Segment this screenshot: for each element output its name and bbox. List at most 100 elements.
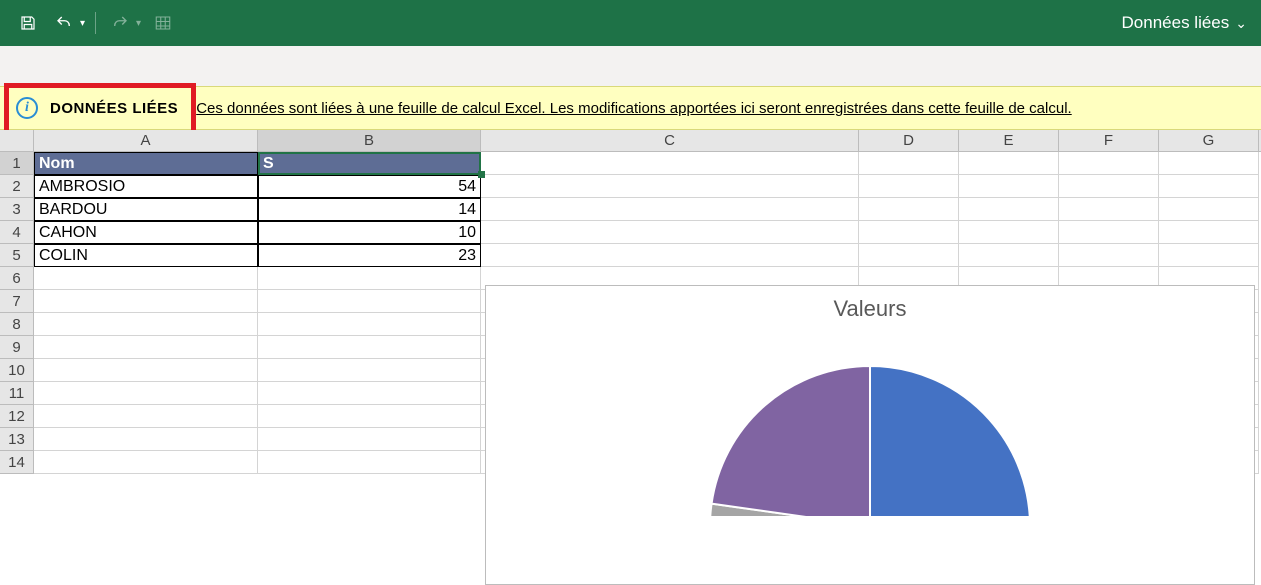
- cell-G5[interactable]: [1159, 244, 1259, 267]
- cell-F4[interactable]: [1059, 221, 1159, 244]
- cell-F5[interactable]: [1059, 244, 1159, 267]
- cell-G4[interactable]: [1159, 221, 1259, 244]
- cell-G1[interactable]: [1159, 152, 1259, 175]
- col-header-E[interactable]: E: [959, 130, 1059, 151]
- cell-B10[interactable]: [258, 359, 481, 382]
- cell-B5[interactable]: 23: [258, 244, 481, 267]
- cell-B1[interactable]: S: [258, 152, 481, 175]
- save-button[interactable]: [14, 9, 42, 37]
- pie-chart: [710, 336, 1030, 516]
- sheet-area: A B C D E F G 1 Nom S 2 AMBROSIO 54 3 BA…: [0, 130, 1261, 474]
- col-header-F[interactable]: F: [1059, 130, 1159, 151]
- cell-D4[interactable]: [859, 221, 959, 244]
- cell-B11[interactable]: [258, 382, 481, 405]
- cell-D5[interactable]: [859, 244, 959, 267]
- cell-F3[interactable]: [1059, 198, 1159, 221]
- cell-C5[interactable]: [481, 244, 859, 267]
- cell-B3[interactable]: 14: [258, 198, 481, 221]
- chevron-down-icon: ⌄: [1235, 15, 1247, 32]
- ribbon-gap: [0, 46, 1261, 86]
- cell-B13[interactable]: [258, 428, 481, 451]
- cell-A1[interactable]: Nom: [34, 152, 258, 175]
- col-header-C[interactable]: C: [481, 130, 859, 151]
- cell-B9[interactable]: [258, 336, 481, 359]
- row-header-14[interactable]: 14: [0, 451, 34, 474]
- row-header-3[interactable]: 3: [0, 198, 34, 221]
- save-icon: [19, 14, 37, 32]
- cell-C4[interactable]: [481, 221, 859, 244]
- row-header-7[interactable]: 7: [0, 290, 34, 313]
- cell-E1[interactable]: [959, 152, 1059, 175]
- cell-A13[interactable]: [34, 428, 258, 451]
- cell-A7[interactable]: [34, 290, 258, 313]
- chart-title: Valeurs: [486, 296, 1254, 322]
- redo-button[interactable]: [106, 9, 134, 37]
- cell-E3[interactable]: [959, 198, 1059, 221]
- row-header-1[interactable]: 1: [0, 152, 34, 175]
- document-title-dropdown[interactable]: Données liées ⌄: [1122, 13, 1247, 33]
- undo-dropdown[interactable]: ▾: [80, 18, 85, 29]
- row-header-8[interactable]: 8: [0, 313, 34, 336]
- info-message[interactable]: Ces données sont liées à une feuille de …: [196, 100, 1072, 117]
- column-headers: A B C D E F G: [0, 130, 1261, 152]
- row-2: 2 AMBROSIO 54: [0, 175, 1261, 198]
- cell-B8[interactable]: [258, 313, 481, 336]
- row-header-11[interactable]: 11: [0, 382, 34, 405]
- cell-A14[interactable]: [34, 451, 258, 474]
- cell-B12[interactable]: [258, 405, 481, 428]
- cell-A10[interactable]: [34, 359, 258, 382]
- select-all-corner[interactable]: [0, 130, 34, 151]
- row-header-6[interactable]: 6: [0, 267, 34, 290]
- cell-A11[interactable]: [34, 382, 258, 405]
- col-header-G[interactable]: G: [1159, 130, 1259, 151]
- row-header-9[interactable]: 9: [0, 336, 34, 359]
- cell-C3[interactable]: [481, 198, 859, 221]
- cell-D1[interactable]: [859, 152, 959, 175]
- redo-dropdown[interactable]: ▾: [136, 18, 141, 29]
- cell-C2[interactable]: [481, 175, 859, 198]
- cell-D2[interactable]: [859, 175, 959, 198]
- row-1: 1 Nom S: [0, 152, 1261, 175]
- cell-A6[interactable]: [34, 267, 258, 290]
- cell-B7[interactable]: [258, 290, 481, 313]
- cell-A3[interactable]: BARDOU: [34, 198, 258, 221]
- cell-G2[interactable]: [1159, 175, 1259, 198]
- cell-E5[interactable]: [959, 244, 1059, 267]
- cell-B6[interactable]: [258, 267, 481, 290]
- cell-E4[interactable]: [959, 221, 1059, 244]
- cell-A12[interactable]: [34, 405, 258, 428]
- cell-B14[interactable]: [258, 451, 481, 474]
- cell-G3[interactable]: [1159, 198, 1259, 221]
- col-header-B[interactable]: B: [258, 130, 481, 151]
- row-header-4[interactable]: 4: [0, 221, 34, 244]
- row-3: 3 BARDOU 14: [0, 198, 1261, 221]
- undo-button[interactable]: [50, 9, 78, 37]
- row-header-2[interactable]: 2: [0, 175, 34, 198]
- row-5: 5 COLIN 23: [0, 244, 1261, 267]
- cell-A8[interactable]: [34, 313, 258, 336]
- undo-icon: [53, 14, 75, 32]
- info-title: DONNÉES LIÉES: [50, 100, 178, 117]
- row-header-12[interactable]: 12: [0, 405, 34, 428]
- cell-B2[interactable]: 54: [258, 175, 481, 198]
- table-button[interactable]: [149, 9, 177, 37]
- row-header-10[interactable]: 10: [0, 359, 34, 382]
- cell-E2[interactable]: [959, 175, 1059, 198]
- cell-D3[interactable]: [859, 198, 959, 221]
- cell-A4[interactable]: CAHON: [34, 221, 258, 244]
- row-header-13[interactable]: 13: [0, 428, 34, 451]
- cell-F2[interactable]: [1059, 175, 1159, 198]
- cell-F1[interactable]: [1059, 152, 1159, 175]
- col-header-D[interactable]: D: [859, 130, 959, 151]
- cell-A9[interactable]: [34, 336, 258, 359]
- cell-B4[interactable]: 10: [258, 221, 481, 244]
- title-bar: ▾ ▾ Données liées ⌄: [0, 0, 1261, 46]
- cell-A2[interactable]: AMBROSIO: [34, 175, 258, 198]
- table-icon: [153, 14, 173, 32]
- redo-icon: [109, 14, 131, 32]
- cell-A5[interactable]: COLIN: [34, 244, 258, 267]
- row-header-5[interactable]: 5: [0, 244, 34, 267]
- chart[interactable]: Valeurs: [485, 285, 1255, 585]
- cell-C1[interactable]: [481, 152, 859, 175]
- col-header-A[interactable]: A: [34, 130, 258, 151]
